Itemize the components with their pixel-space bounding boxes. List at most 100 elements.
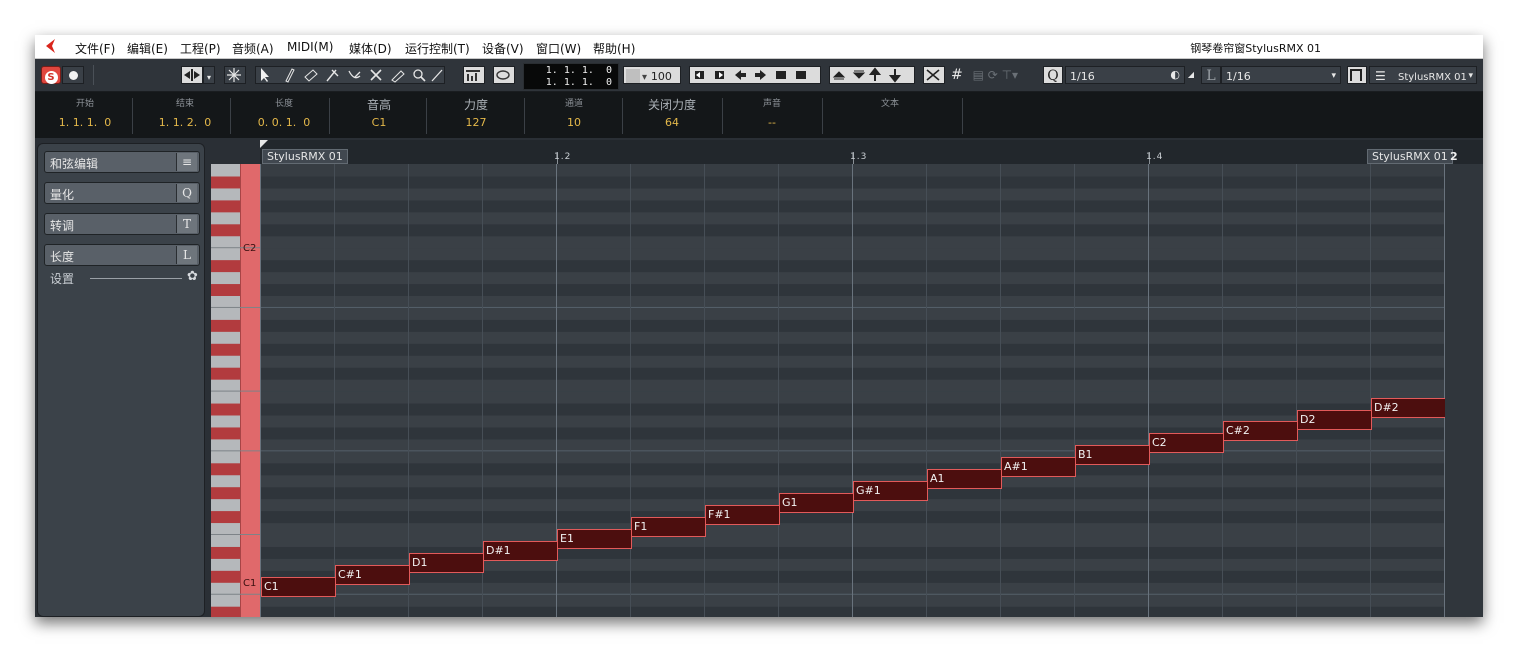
insert-velocity-button[interactable] — [181, 66, 203, 84]
menu-audio[interactable]: 音频(A) — [232, 40, 274, 57]
menu-media[interactable]: 媒体(D) — [349, 40, 392, 57]
independent-track-loop-button[interactable] — [1347, 66, 1367, 84]
info-channel-value: 10 — [567, 116, 581, 129]
position-bottom: 1. 1. 1. 0 — [545, 77, 612, 88]
note-nav-group — [829, 66, 915, 84]
midi-note[interactable]: G1 — [779, 493, 854, 514]
info-velocity[interactable]: 力度 127 — [428, 96, 524, 129]
info-voice[interactable]: 声音 -- — [724, 96, 820, 129]
length-section[interactable]: 长度 L — [44, 244, 200, 266]
transport-nav-icons — [695, 70, 806, 80]
midi-note[interactable]: D#1 — [483, 540, 558, 561]
left-zone-panel: 和弦编辑 ≡ 量化 Q 转调 T 长度 L 设置 ✿ — [37, 143, 205, 617]
menu-project[interactable]: 工程(P) — [180, 40, 221, 57]
scissors-icon — [926, 69, 940, 81]
note-nav-icons — [832, 67, 902, 83]
midi-note[interactable]: F#1 — [705, 505, 780, 526]
menu-file[interactable]: 文件(F) — [75, 40, 115, 57]
midi-note[interactable]: D#2 — [1371, 397, 1445, 418]
info-end-value: 1. 1. 2. 0 — [158, 116, 212, 129]
info-pitch[interactable]: 音高 C1 — [331, 96, 427, 129]
ruler[interactable]: StylusRMX 01 1.2 1.3 1.4 StylusRMX 01 2 — [260, 140, 1483, 164]
solo-button[interactable]: S — [41, 66, 61, 84]
quantize-menu-icon[interactable]: ◢ — [1187, 66, 1195, 84]
black-key — [211, 319, 240, 332]
midi-note[interactable]: D1 — [409, 552, 484, 573]
quantize-section[interactable]: 量化 Q — [44, 182, 200, 204]
info-text[interactable]: 文本 — [825, 96, 955, 116]
black-key — [211, 427, 240, 440]
info-length-value: 0. 0. 1. 0 — [257, 116, 311, 129]
record-mode-button[interactable] — [62, 66, 84, 84]
autoscroll-button[interactable] — [493, 66, 515, 84]
menu-devices[interactable]: 设备(V) — [482, 40, 524, 57]
midi-note[interactable]: G#1 — [853, 481, 928, 502]
dropdown-arrow-button[interactable]: ▾ — [203, 66, 215, 84]
length-value: 1/16 — [1226, 70, 1251, 83]
info-channel-header: 通道 — [564, 99, 583, 109]
toolbar-divider — [93, 65, 94, 85]
note-grid[interactable]: C1 C#1 D1 D#1 E1 F1 F#1 G1 G#1 A1 A#1 B1 C2 C#2 D2 D#2 — [260, 164, 1445, 617]
piano-keyboard[interactable]: C2 C1 — [211, 164, 260, 617]
piano-roll-window: 文件(F) 编辑(E) 工程(P) 音频(A) MIDI(M) 媒体(D) 运行… — [35, 35, 1483, 617]
ruler-label: 1.2 — [554, 152, 572, 162]
info-text-header: 文本 — [880, 99, 899, 109]
quantize-icon[interactable]: Q — [1043, 66, 1063, 84]
midi-note[interactable]: E1 — [557, 529, 632, 549]
midi-note[interactable]: A1 — [927, 469, 1002, 490]
menu-window[interactable]: 窗口(W) — [536, 40, 581, 57]
quantize-preset-field[interactable]: 1/16 ◐ — [1065, 66, 1185, 84]
info-divider — [426, 98, 427, 134]
midi-note[interactable]: B1 — [1075, 445, 1150, 466]
info-off-velocity-header: 关闭力度 — [647, 98, 696, 112]
menu-edit[interactable]: 编辑(E) — [127, 40, 168, 57]
transpose-section-icon: T — [176, 215, 197, 233]
event-name-start: StylusRMX 01 — [262, 149, 348, 164]
toolbar: S ▾ 1. 1. 1. 0 1. 1. 1. 0 ▾ 100 # ▤ ⟳ ⊤▾… — [35, 59, 1483, 92]
midi-note[interactable]: C2 — [1149, 433, 1224, 454]
velocity-editor-button[interactable] — [463, 66, 485, 84]
quantize-label: 量化 — [50, 188, 75, 202]
current-track-selector[interactable]: ☰ StylusRMX 01 ▾ — [1369, 66, 1477, 84]
menu-transport[interactable]: 运行控制(T) — [405, 40, 470, 57]
midi-note[interactable]: F1 — [631, 517, 706, 538]
insert-velocity-field[interactable]: ▾ 100 — [623, 66, 681, 84]
start-marker-icon — [260, 140, 268, 148]
white-key-divider — [211, 534, 260, 535]
midi-note[interactable]: C1 — [261, 576, 336, 597]
info-divider — [132, 98, 133, 134]
menu-midi[interactable]: MIDI(M) — [287, 40, 333, 54]
transpose-section[interactable]: 转调 T — [44, 213, 200, 235]
black-key — [211, 570, 240, 583]
track-lines-icon: ☰ — [1375, 69, 1386, 83]
grid-lines-svg — [260, 164, 1445, 617]
piano-label-c1: C1 — [243, 578, 257, 589]
position-display[interactable]: 1. 1. 1. 0 1. 1. 1. 0 — [523, 63, 619, 90]
info-divider — [622, 98, 623, 134]
settings-row[interactable]: 设置 ✿ — [50, 269, 198, 287]
menu-help[interactable]: 帮助(H) — [593, 40, 635, 57]
midi-note[interactable]: D2 — [1297, 409, 1372, 430]
info-velocity-value: 127 — [465, 116, 487, 129]
info-line: 开始 1. 1. 1. 0 结束 1. 1. 2. 0 长度 0. 0. 1. 0 音… — [35, 92, 1483, 138]
midi-note[interactable]: C#1 — [335, 564, 410, 585]
info-channel[interactable]: 通道 10 — [526, 96, 622, 129]
midi-note[interactable]: C#2 — [1223, 421, 1298, 442]
sixteenth-line — [778, 164, 779, 617]
black-key — [211, 224, 240, 237]
midi-note[interactable]: A#1 — [1001, 457, 1076, 478]
info-start[interactable]: 开始 1. 1. 1. 0 — [45, 96, 125, 129]
grid-options[interactable]: # ▤ ⟳ ⊤▾ — [945, 66, 1035, 84]
info-off-velocity[interactable]: 关闭力度 64 — [624, 96, 720, 129]
chord-editing-section[interactable]: 和弦编辑 ≡ — [44, 151, 200, 173]
black-key — [211, 403, 240, 416]
black-key — [211, 463, 240, 476]
length-quantize-field[interactable]: 1/16 ▾ — [1221, 66, 1341, 84]
snap-marker-button[interactable] — [224, 66, 246, 84]
length-icon[interactable]: L — [1201, 66, 1221, 84]
acoustic-feedback-button[interactable] — [923, 66, 945, 84]
info-length[interactable]: 长度 0. 0. 1. 0 — [239, 96, 329, 129]
info-end[interactable]: 结束 1. 1. 2. 0 — [141, 96, 229, 129]
event-name-end: StylusRMX 01 — [1367, 149, 1453, 164]
position-top: 1. 1. 1. 0 — [545, 65, 612, 76]
